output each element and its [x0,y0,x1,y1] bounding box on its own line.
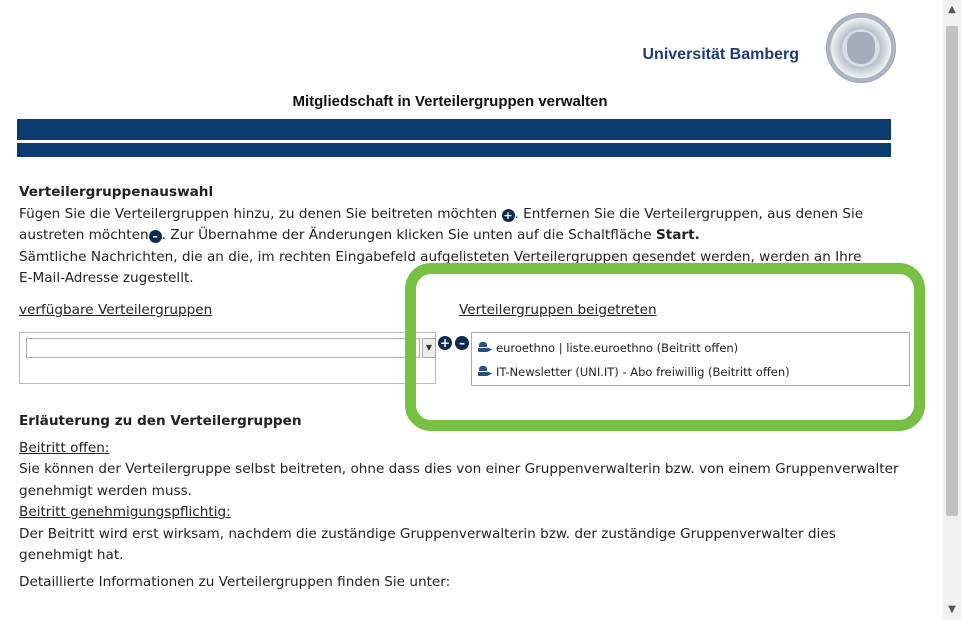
explanation-heading: Erläuterung zu den Verteilergruppen [19,413,302,429]
vertical-scrollbar[interactable]: ▲ ▼ [943,0,961,620]
minus-circle-icon: – [148,230,162,243]
chevron-down-icon[interactable]: ▼ [422,338,436,358]
approval-join-label: Beitritt genehmigungspflichtig: [19,504,231,520]
joined-groups-list[interactable]: ▸ euroethno | liste.euroethno (Beitritt … [471,332,910,386]
more-info-text: Detaillierte Informationen zu Verteilerg… [19,573,451,590]
intro-text: austreten möchten [19,227,149,243]
intro-line-2: austreten möchten –. Zur Übernahme der Än… [19,225,899,247]
intro-line-3: Sämtliche Nachrichten, die an die, im re… [19,248,862,265]
open-join-label: Beitritt offen: [19,439,110,456]
brand-name: Universität Bamberg [642,46,800,63]
intro-text: . Zur Übernahme der Änderungen klicken S… [161,227,652,243]
remove-group-button[interactable]: – [455,336,469,350]
open-join-text-2: genehmigt werden muss. [19,482,192,499]
open-join-text: Sie können der Verteilergruppe selbst be… [19,461,899,477]
available-groups-panel: ▼ [19,332,436,384]
start-keyword: Start. [655,227,700,243]
header-band-bottom [17,143,891,157]
scroll-thumb[interactable] [946,26,958,516]
page-title: Mitgliedschaft in Verteilergruppen verwa… [292,93,608,110]
list-item-label: IT-Newsletter (UNI.IT) - Abo freiwillig … [496,365,790,379]
university-seal-icon [826,13,896,83]
list-item[interactable]: ▸ IT-Newsletter (UNI.IT) - Abo freiwilli… [478,362,790,382]
intro-text: . Entfernen Sie die Verteilergruppen, au… [514,205,864,222]
add-group-button[interactable]: + [438,336,452,350]
approval-join-text-2: genehmigt hat. [19,547,124,563]
list-item-label: euroethno | liste.euroethno (Beitritt of… [496,341,739,355]
explanation-section: Erläuterung zu den Verteilergruppen Beit… [19,411,899,593]
selection-section: Verteilergruppenauswahl Fügen Sie die Ve… [19,182,899,290]
section-heading: Verteilergruppenauswahl [19,184,214,200]
plus-circle-icon: + [501,208,515,222]
header-band-top [17,119,891,140]
intro-line-1: Fügen Sie die Verteilergruppen hinzu, zu… [19,204,899,226]
scroll-up-arrow-icon[interactable]: ▲ [943,0,961,20]
distribution-group-icon: ▸ [478,341,492,355]
available-groups-label: verfügbare Verteilergruppen [19,302,213,318]
scroll-down-arrow-icon[interactable]: ▼ [943,600,961,620]
distribution-group-icon: ▸ [478,365,492,379]
list-item[interactable]: ▸ euroethno | liste.euroethno (Beitritt … [478,338,738,358]
joined-groups-label: Verteilergruppen beigetreten [459,302,657,318]
available-groups-select[interactable] [26,338,420,358]
intro-text: Fügen Sie die Verteilergruppen hinzu, zu… [19,205,498,222]
intro-line-4: E-Mail-Adresse zugestellt. [19,270,194,286]
approval-join-text: Der Beitritt wird erst wirksam, nachdem … [19,525,836,542]
